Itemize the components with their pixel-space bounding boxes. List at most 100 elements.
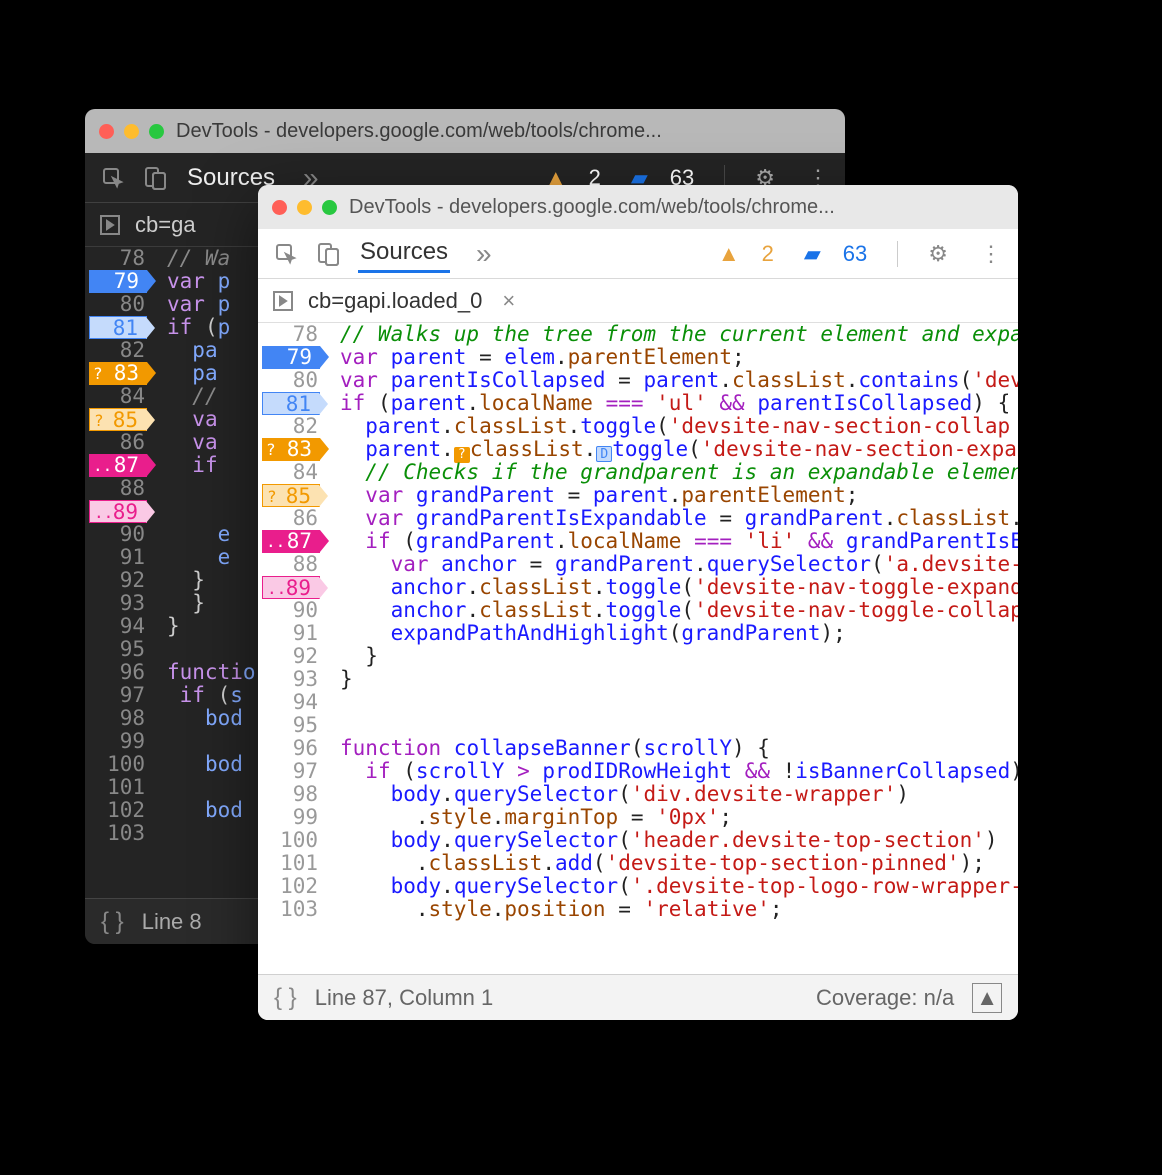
- code-line[interactable]: anchor.classList.toggle('devsite-nav-tog…: [340, 599, 1018, 622]
- code-line[interactable]: }: [340, 668, 1018, 691]
- code-line[interactable]: .classList.add('devsite-top-section-pinn…: [340, 852, 1018, 875]
- code-line[interactable]: var parentIsCollapsed = parent.classList…: [340, 369, 1018, 392]
- debugger-pane-icon[interactable]: [272, 290, 294, 312]
- code-line[interactable]: expandPathAndHighlight(grandParent);: [340, 622, 1018, 645]
- code-line[interactable]: .style.position = 'relative';: [340, 898, 1018, 921]
- code-line[interactable]: function collapseBanner(scrollY) {: [340, 737, 1018, 760]
- drawer-toggle-icon[interactable]: ▲: [972, 983, 1002, 1013]
- code-line[interactable]: body.querySelector('header.devsite-top-s…: [340, 829, 1018, 852]
- line-number[interactable]: 86: [258, 507, 318, 530]
- message-icon[interactable]: ▰: [804, 241, 821, 267]
- close-icon[interactable]: [99, 124, 114, 139]
- breakpoint-line-89[interactable]: ..89: [258, 576, 318, 599]
- maximize-icon[interactable]: [322, 200, 337, 215]
- kebab-icon[interactable]: ⋮: [980, 241, 1002, 267]
- more-tabs-icon[interactable]: »: [476, 238, 492, 270]
- line-number[interactable]: 78: [258, 323, 318, 346]
- breakpoint-line-79[interactable]: 79: [258, 346, 318, 369]
- code-editor-light[interactable]: 7879808182?8384?8586..8788..899091929394…: [258, 323, 1018, 974]
- line-number[interactable]: 99: [85, 730, 145, 753]
- debugger-pane-icon[interactable]: [99, 214, 121, 236]
- titlebar[interactable]: DevTools - developers.google.com/web/too…: [85, 109, 845, 153]
- line-number[interactable]: 86: [85, 431, 145, 454]
- code-line[interactable]: var anchor = grandParent.querySelector('…: [340, 553, 1018, 576]
- code-line[interactable]: var grandParentIsExpandable = grandParen…: [340, 507, 1018, 530]
- line-number[interactable]: 98: [85, 707, 145, 730]
- message-count[interactable]: 63: [843, 241, 867, 267]
- line-number[interactable]: 96: [85, 661, 145, 684]
- breakpoint-line-81[interactable]: 81: [258, 392, 318, 415]
- close-icon[interactable]: [272, 200, 287, 215]
- breakpoint-line-85[interactable]: ?85: [85, 408, 145, 431]
- code-line[interactable]: body.querySelector('div.devsite-wrapper'…: [340, 783, 1018, 806]
- line-number[interactable]: 94: [85, 615, 145, 638]
- line-number[interactable]: 90: [258, 599, 318, 622]
- line-number[interactable]: 92: [85, 569, 145, 592]
- line-number[interactable]: 103: [85, 822, 145, 845]
- line-number[interactable]: 78: [85, 247, 145, 270]
- line-number[interactable]: 103: [258, 898, 318, 921]
- device-icon[interactable]: [316, 242, 340, 266]
- line-number[interactable]: 84: [85, 385, 145, 408]
- code-line[interactable]: if (scrollY > prodIDRowHeight && !isBann…: [340, 760, 1018, 783]
- line-number[interactable]: 97: [258, 760, 318, 783]
- code-line[interactable]: parent.?classList.Dtoggle('devsite-nav-s…: [340, 438, 1018, 461]
- breakpoint-line-83[interactable]: ?83: [85, 362, 145, 385]
- line-number[interactable]: 82: [258, 415, 318, 438]
- line-number[interactable]: 93: [85, 592, 145, 615]
- code-line[interactable]: var grandParent = parent.parentElement;: [340, 484, 1018, 507]
- line-number[interactable]: 92: [258, 645, 318, 668]
- source-code[interactable]: // Walks up the tree from the current el…: [328, 323, 1018, 974]
- code-line[interactable]: [340, 691, 1018, 714]
- line-number[interactable]: 101: [85, 776, 145, 799]
- line-number[interactable]: 91: [85, 546, 145, 569]
- settings-icon[interactable]: ⚙: [928, 241, 948, 267]
- line-number[interactable]: 101: [258, 852, 318, 875]
- pretty-print-icon[interactable]: { }: [274, 984, 297, 1012]
- line-number[interactable]: 100: [258, 829, 318, 852]
- inspect-icon[interactable]: [274, 242, 298, 266]
- line-number[interactable]: 97: [85, 684, 145, 707]
- line-number[interactable]: 91: [258, 622, 318, 645]
- code-line[interactable]: [340, 714, 1018, 737]
- code-line[interactable]: if (parent.localName === 'ul' && parentI…: [340, 392, 1018, 415]
- code-line[interactable]: body.querySelector('.devsite-top-logo-ro…: [340, 875, 1018, 898]
- line-number[interactable]: 88: [258, 553, 318, 576]
- tab-sources[interactable]: Sources: [358, 234, 450, 273]
- code-line[interactable]: // Walks up the tree from the current el…: [340, 323, 1018, 346]
- code-line[interactable]: // Checks if the grandparent is an expan…: [340, 461, 1018, 484]
- inspect-icon[interactable]: [101, 166, 125, 190]
- line-number[interactable]: 84: [258, 461, 318, 484]
- minimize-icon[interactable]: [297, 200, 312, 215]
- code-line[interactable]: var parent = elem.parentElement;: [340, 346, 1018, 369]
- warning-icon[interactable]: ▲: [718, 241, 740, 267]
- code-line[interactable]: parent.classList.toggle('devsite-nav-sec…: [340, 415, 1018, 438]
- gutter[interactable]: 7879808182?8384?8586..8788..899091929394…: [258, 323, 328, 974]
- line-number[interactable]: 82: [85, 339, 145, 362]
- breakpoint-line-81[interactable]: 81: [85, 316, 145, 339]
- open-file-name[interactable]: cb=ga: [135, 212, 196, 238]
- code-line[interactable]: }: [340, 645, 1018, 668]
- titlebar[interactable]: DevTools - developers.google.com/web/too…: [258, 185, 1018, 229]
- breakpoint-line-87[interactable]: ..87: [85, 454, 145, 477]
- device-icon[interactable]: [143, 166, 167, 190]
- line-number[interactable]: 90: [85, 523, 145, 546]
- close-tab-icon[interactable]: ×: [502, 288, 515, 314]
- line-number[interactable]: 96: [258, 737, 318, 760]
- pretty-print-icon[interactable]: { }: [101, 908, 124, 936]
- line-number[interactable]: 99: [258, 806, 318, 829]
- maximize-icon[interactable]: [149, 124, 164, 139]
- breakpoint-line-79[interactable]: 79: [85, 270, 145, 293]
- code-line[interactable]: anchor.classList.toggle('devsite-nav-tog…: [340, 576, 1018, 599]
- line-number[interactable]: 102: [258, 875, 318, 898]
- warning-count[interactable]: 2: [762, 241, 774, 267]
- breakpoint-line-87[interactable]: ..87: [258, 530, 318, 553]
- minimize-icon[interactable]: [124, 124, 139, 139]
- line-number[interactable]: 88: [85, 477, 145, 500]
- line-number[interactable]: 80: [258, 369, 318, 392]
- gutter[interactable]: 7879808182?8384?8586..8788..899091929394…: [85, 247, 155, 898]
- line-number[interactable]: 98: [258, 783, 318, 806]
- line-number[interactable]: 94: [258, 691, 318, 714]
- open-file-name[interactable]: cb=gapi.loaded_0: [308, 288, 482, 314]
- line-number[interactable]: 102: [85, 799, 145, 822]
